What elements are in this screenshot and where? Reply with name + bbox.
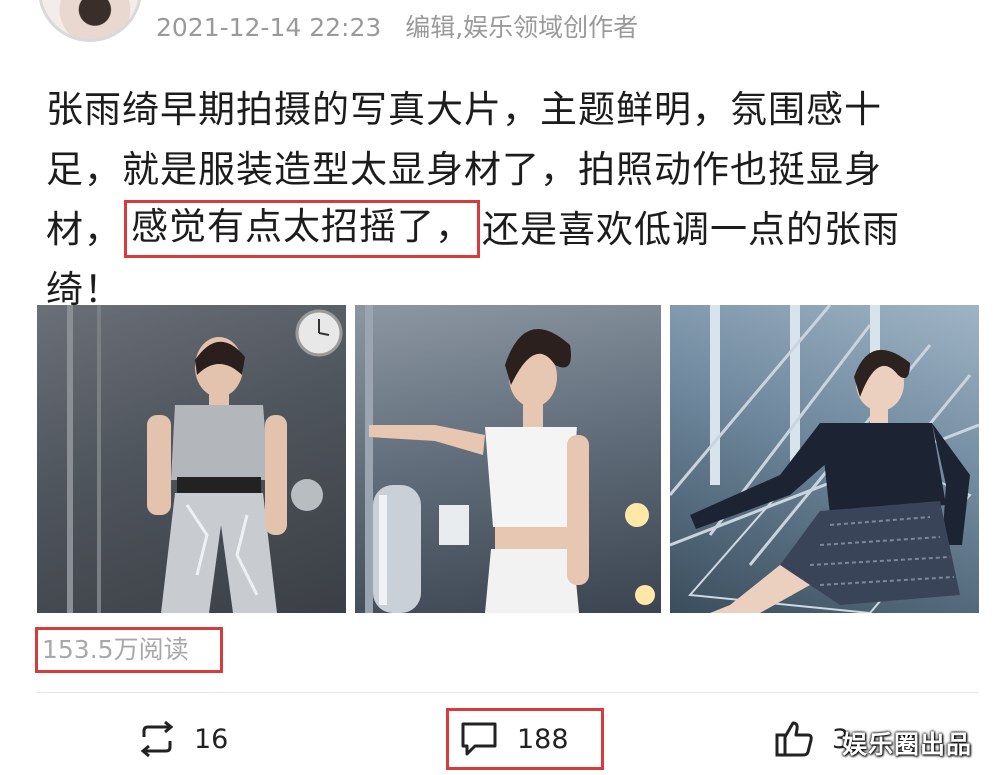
repost-count: 16 <box>194 723 229 755</box>
thumbs-up-icon <box>774 719 814 759</box>
post-line: 足，就是服装造型太显身材了，拍照动作也挺显身 <box>46 148 882 191</box>
comment-count: 188 <box>517 723 569 755</box>
avatar[interactable] <box>38 0 142 42</box>
repost-button[interactable]: 16 <box>138 708 228 770</box>
photo-2[interactable] <box>355 305 661 613</box>
highlighted-phrase: 感觉有点太招摇了， <box>124 200 480 258</box>
post-timestamp: 2021-12-14 22:23 <box>156 13 382 42</box>
divider <box>35 692 978 693</box>
post-meta: 2021-12-14 22:23 编辑,娱乐领域创作者 <box>156 8 638 44</box>
photo-3[interactable] <box>670 305 979 613</box>
photo-grid <box>37 305 979 613</box>
editor-label: 编辑,娱乐领域创作者 <box>405 13 639 42</box>
comment-button[interactable]: 188 <box>446 708 604 770</box>
photo-2-illustration <box>365 305 655 613</box>
photo-3-illustration <box>670 305 979 613</box>
post-line: 材， 感觉有点太招摇了， 还是喜欢低调一点的张雨 <box>46 200 976 260</box>
post-line: 张雨绮早期拍摄的写真大片，主题鲜明，氛围感十 <box>46 88 882 131</box>
read-count: 153.5万阅读 <box>35 627 223 673</box>
post-body: 张雨绮早期拍摄的写真大片，主题鲜明，氛围感十 足，就是服装造型太显身材了，拍照动… <box>46 80 976 320</box>
photo-1[interactable] <box>37 305 346 613</box>
watermark: 娱乐圈出品 <box>842 730 973 759</box>
repost-icon <box>138 721 176 757</box>
photo-1-illustration <box>67 305 343 613</box>
comment-icon <box>459 720 499 758</box>
like-button[interactable]: 3 <box>774 708 849 770</box>
post-line-start: 材， <box>46 208 122 251</box>
post-line-end: 还是喜欢低调一点的张雨 <box>482 208 900 251</box>
